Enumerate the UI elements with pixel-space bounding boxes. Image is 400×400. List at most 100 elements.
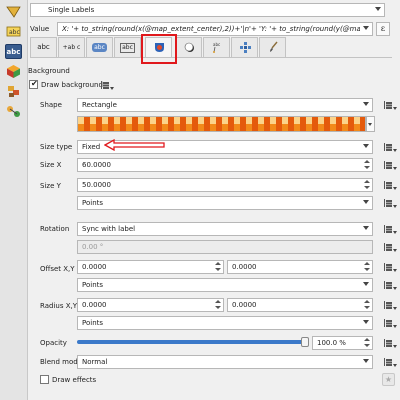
offset-unit-value: Points — [82, 281, 104, 289]
tab-highlight-annotation — [141, 34, 177, 64]
left-panel-strip: abc abc — [0, 0, 28, 400]
chevron-down-icon — [363, 102, 369, 106]
chevron-down-icon — [368, 123, 372, 126]
offset-label: Offset X,Y — [40, 265, 75, 273]
3d-cube-icon[interactable] — [5, 64, 22, 79]
section-title: Background — [28, 67, 70, 75]
value-expression-text: X: '+ to_string(round(x(@map_extent_cent… — [62, 25, 360, 33]
chevron-down-icon — [363, 320, 369, 324]
red-arrow-annotation — [104, 139, 165, 151]
callouts-icon: abc — [213, 42, 220, 53]
svg-text:abc: abc — [213, 42, 220, 47]
data-defined-override-icon[interactable] — [383, 197, 397, 209]
fill-symbol-menu-button[interactable] — [366, 116, 375, 132]
chevron-down-icon — [375, 7, 381, 11]
chevron-down-icon — [363, 226, 369, 230]
blend-mode-value: Normal — [82, 358, 108, 366]
spin-arrows-icon[interactable] — [364, 338, 370, 349]
radius-unit-value: Points — [82, 319, 104, 327]
draw-background-label: Draw background — [41, 81, 103, 89]
rotation-label: Rotation — [40, 225, 70, 233]
value-label: Value — [30, 25, 50, 33]
radius-unit-dropdown[interactable]: Points — [77, 316, 373, 330]
size-x-input[interactable]: 60.0000 — [77, 158, 373, 172]
tab-shadow[interactable] — [175, 37, 202, 57]
size-x-value: 60.0000 — [82, 161, 111, 169]
draw-effects-checkbox[interactable] — [40, 375, 49, 384]
data-defined-override-icon[interactable] — [383, 241, 397, 253]
labeling-mode-dropdown[interactable]: Single Labels — [30, 3, 385, 17]
tab-rendering[interactable] — [259, 37, 286, 57]
label-fields-icon[interactable]: abc — [5, 24, 22, 39]
size-y-input[interactable]: 50.0000 — [77, 178, 373, 192]
tab-placement[interactable] — [231, 37, 258, 57]
opacity-value: 100.0 % — [317, 339, 346, 347]
spin-arrows-icon[interactable] — [364, 180, 370, 191]
opacity-input[interactable]: 100.0 % — [312, 336, 373, 350]
chevron-down-icon — [363, 200, 369, 204]
rotation-angle-value: 0.00 ° — [82, 241, 104, 253]
diagram-icon[interactable] — [5, 104, 22, 119]
labeling-icon[interactable] — [5, 4, 22, 19]
data-defined-override-icon[interactable] — [383, 261, 397, 273]
draw-background-checkbox[interactable]: ✔ — [29, 79, 38, 89]
offset-x-value: 0.0000 — [82, 263, 107, 271]
size-type-label: Size type — [40, 143, 73, 151]
shape-dropdown[interactable]: Rectangle — [77, 98, 373, 112]
svg-text:abc: abc — [9, 29, 20, 36]
blend-mode-dropdown[interactable]: Normal — [77, 355, 373, 369]
data-defined-override-icon[interactable] — [383, 159, 397, 171]
tab-formatting[interactable]: +ab c — [58, 37, 85, 57]
expression-builder-button[interactable]: ε — [376, 22, 390, 36]
data-defined-override-icon[interactable] — [100, 79, 114, 91]
spin-arrows-icon[interactable] — [364, 160, 370, 171]
radius-y-value: 0.0000 — [232, 301, 257, 309]
opacity-slider-track[interactable] — [77, 340, 306, 344]
radius-x-input[interactable]: 0.0000 — [77, 298, 224, 312]
text-settings-icon[interactable]: abc — [5, 44, 22, 59]
data-defined-override-icon[interactable] — [383, 356, 397, 368]
size-type-value: Fixed — [82, 143, 101, 151]
chevron-down-icon — [363, 282, 369, 286]
offset-x-input[interactable]: 0.0000 — [77, 260, 224, 274]
data-defined-override-icon[interactable] — [383, 141, 397, 153]
data-defined-override-icon[interactable] — [383, 317, 397, 329]
chevron-down-icon — [363, 26, 369, 30]
data-defined-override-icon[interactable] — [383, 223, 397, 235]
data-defined-override-icon[interactable] — [383, 179, 397, 191]
blend-mode-label: Blend mode — [40, 358, 83, 366]
spin-arrows-icon[interactable] — [364, 262, 370, 273]
placement-icon — [240, 42, 251, 53]
rotation-type-value: Sync with label — [82, 225, 136, 233]
data-defined-override-icon[interactable] — [383, 279, 397, 291]
star-icon: ★ — [384, 375, 393, 384]
opacity-slider-handle[interactable] — [301, 337, 309, 347]
radius-y-input[interactable]: 0.0000 — [227, 298, 373, 312]
checkmark-icon: ✔ — [31, 79, 38, 88]
size-y-label: Size Y — [40, 182, 61, 190]
data-defined-override-icon[interactable] — [383, 337, 397, 349]
spin-arrows-icon[interactable] — [215, 262, 221, 273]
effects-settings-button[interactable]: ★ — [382, 373, 395, 386]
offset-unit-dropdown[interactable]: Points — [77, 278, 373, 292]
size-x-label: Size X — [40, 161, 62, 169]
buffer-tab-label: abc — [92, 43, 107, 52]
stacked-layers-icon[interactable] — [5, 84, 22, 99]
tab-buffer[interactable]: abc — [86, 37, 113, 57]
mask-tab-label: abc — [120, 43, 135, 53]
opacity-label: Opacity — [40, 339, 67, 347]
data-defined-override-icon[interactable] — [383, 299, 397, 311]
spin-arrows-icon[interactable] — [364, 300, 370, 311]
spin-arrows-icon[interactable] — [215, 300, 221, 311]
fill-symbol-preview[interactable] — [77, 116, 366, 132]
rotation-type-dropdown[interactable]: Sync with label — [77, 222, 373, 236]
size-unit-dropdown[interactable]: Points — [77, 196, 373, 210]
tab-mask[interactable]: abc — [114, 37, 141, 57]
offset-y-value: 0.0000 — [232, 263, 257, 271]
tab-callouts[interactable]: abc — [203, 37, 230, 57]
tab-text[interactable]: abc — [30, 37, 57, 57]
offset-y-input[interactable]: 0.0000 — [227, 260, 373, 274]
radius-x-value: 0.0000 — [82, 301, 107, 309]
value-expression-combo[interactable]: X: '+ to_string(round(x(@map_extent_cent… — [57, 22, 373, 36]
data-defined-override-icon[interactable] — [383, 99, 397, 111]
